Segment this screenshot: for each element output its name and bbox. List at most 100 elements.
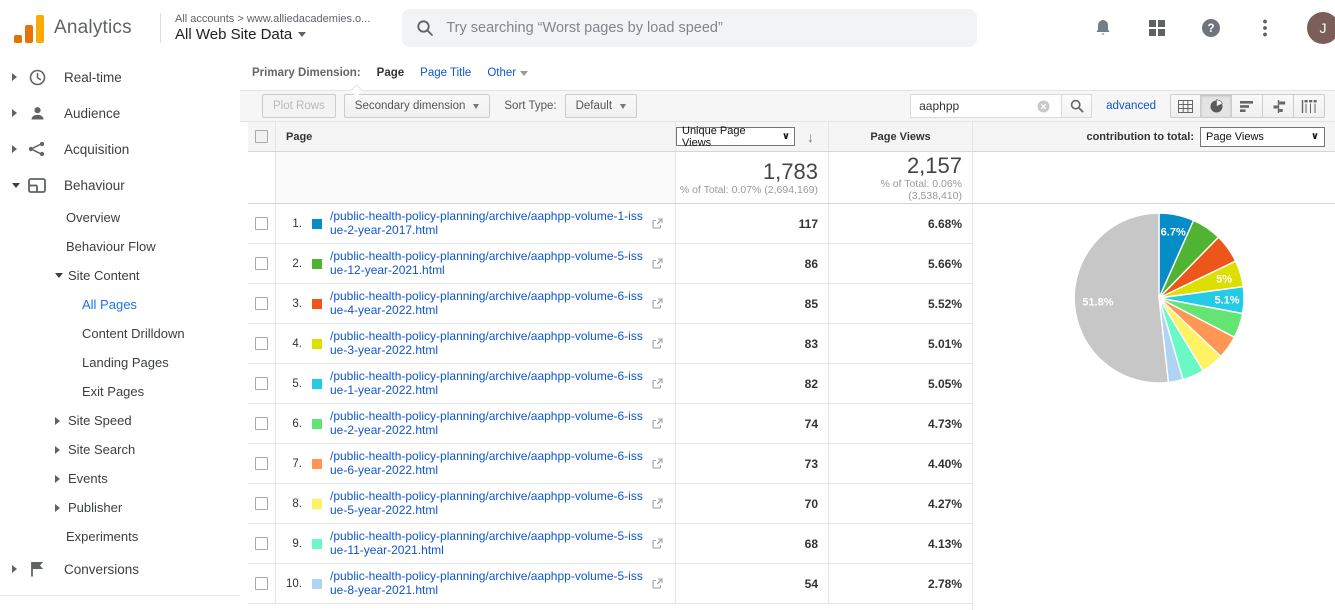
data-view-percentage-icon[interactable] (1201, 94, 1232, 118)
page-url-link[interactable]: /public-health-policy-planning/archive/a… (330, 489, 648, 517)
row-checkbox[interactable] (255, 377, 268, 390)
column-header-page-views[interactable]: Page Views (870, 131, 930, 143)
column-header-page[interactable]: Page (286, 131, 312, 143)
sort-type-dropdown[interactable]: Default (564, 94, 638, 118)
open-in-new-icon[interactable] (652, 218, 663, 229)
open-in-new-icon[interactable] (652, 458, 663, 469)
sidebar-item-overview[interactable]: Overview (0, 203, 240, 232)
row-checkbox[interactable] (255, 497, 268, 510)
total-page-views: 2,157 (906, 152, 962, 178)
pie-panel-spacer (973, 152, 1335, 204)
row-checkbox[interactable] (255, 337, 268, 350)
sort-direction-icon[interactable]: ↓ (807, 129, 814, 145)
kebab-menu-icon[interactable] (1253, 16, 1277, 40)
data-view-table-icon[interactable] (1170, 94, 1201, 118)
analytics-app: Analytics All accounts > www.alliedacade… (0, 0, 1335, 610)
property-name[interactable]: All Web Site Data (175, 26, 292, 43)
sidebar-item-conversions[interactable]: Conversions (0, 551, 240, 587)
page-url-link[interactable]: /public-health-policy-planning/archive/a… (330, 249, 648, 277)
help-icon[interactable]: ? (1199, 16, 1223, 40)
dimension-other-dropdown[interactable]: Other (487, 67, 529, 79)
data-view-comparison-icon[interactable] (1263, 94, 1294, 118)
plot-rows-button[interactable]: Plot Rows (262, 94, 336, 118)
page-url-link[interactable]: /public-health-policy-planning/archive/a… (330, 289, 648, 317)
sidebar-item-experiments[interactable]: Experiments (0, 522, 240, 551)
global-search-placeholder: Try searching “Worst pages by load speed… (446, 20, 723, 36)
data-view-pivot-icon[interactable] (1294, 94, 1325, 118)
sidebar-item-label: Events (68, 471, 108, 486)
sidebar-item-site-speed[interactable]: Site Speed (0, 406, 240, 435)
series-color-swatch (312, 578, 322, 589)
sidebar-item-exit-pages[interactable]: Exit Pages (0, 377, 240, 406)
row-index: 2. (292, 257, 302, 270)
sidebar-item-behaviour-flow[interactable]: Behaviour Flow (0, 232, 240, 261)
metric-select-dropdown[interactable]: Unique Page Views ∨ (676, 125, 795, 149)
page-url-link[interactable]: /public-health-policy-planning/archive/a… (330, 209, 648, 237)
analytics-logo-icon (14, 13, 44, 43)
table-search-input[interactable] (919, 99, 1038, 113)
row-checkbox[interactable] (255, 297, 268, 310)
page-url-link[interactable]: /public-health-policy-planning/archive/a… (330, 569, 648, 597)
sidebar-item-site-content[interactable]: Site Content (0, 261, 240, 290)
table-row: 5. /public-health-policy-planning/archive… (248, 364, 972, 404)
row-checkbox[interactable] (255, 577, 268, 590)
avatar[interactable]: J (1307, 12, 1335, 44)
open-in-new-icon[interactable] (652, 378, 663, 389)
dimension-page-selected[interactable]: Page (377, 67, 405, 79)
data-view-performance-icon[interactable] (1232, 94, 1263, 118)
open-in-new-icon[interactable] (652, 338, 663, 349)
unique-page-views-value: 85 (804, 296, 818, 311)
pie-slice-label: 51.8% (1082, 296, 1113, 308)
global-search-bar[interactable]: Try searching “Worst pages by load speed… (402, 9, 978, 47)
clear-search-icon[interactable] (1037, 100, 1050, 113)
logo-area[interactable]: Analytics (0, 13, 156, 43)
sidebar-item-all-pages[interactable]: All Pages (0, 290, 240, 319)
report-main: Primary Dimension: Page Page Title Other… (240, 56, 1335, 610)
page-url-link[interactable]: /public-health-policy-planning/archive/a… (330, 369, 648, 397)
sidebar-item-audience[interactable]: Audience (0, 95, 240, 131)
sidebar-item-content-drilldown[interactable]: Content Drilldown (0, 319, 240, 348)
row-checkbox[interactable] (255, 217, 268, 230)
sidebar-item-landing-pages[interactable]: Landing Pages (0, 348, 240, 377)
row-checkbox[interactable] (255, 257, 268, 270)
apps-grid-icon[interactable] (1145, 16, 1169, 40)
open-in-new-icon[interactable] (652, 298, 663, 309)
advanced-search-link[interactable]: advanced (1106, 100, 1156, 112)
table-search-button[interactable] (1062, 94, 1093, 118)
table-search-field[interactable] (910, 94, 1063, 118)
contribution-pie-chart[interactable]: 6.7% 5% 5.1% 51.8% (973, 204, 1335, 606)
sidebar-item-label: All Pages (82, 297, 137, 312)
open-in-new-icon[interactable] (652, 538, 663, 549)
report-toolbar: Plot Rows Secondary dimension Sort Type:… (240, 84, 1335, 122)
breadcrumb[interactable]: All accounts > www.alliedacademies.o... (175, 13, 370, 26)
table-row: 1. /public-health-policy-planning/archive… (248, 204, 972, 244)
row-checkbox[interactable] (255, 457, 268, 470)
sidebar-item-publisher[interactable]: Publisher (0, 493, 240, 522)
series-color-swatch (312, 538, 322, 549)
open-in-new-icon[interactable] (652, 258, 663, 269)
secondary-dimension-button[interactable]: Secondary dimension (343, 94, 491, 118)
row-checkbox[interactable] (255, 417, 268, 430)
select-all-checkbox[interactable] (255, 130, 268, 143)
contribution-metric-dropdown[interactable]: Page Views ∨ (1200, 126, 1325, 147)
page-url-link[interactable]: /public-health-policy-planning/archive/a… (330, 409, 648, 437)
page-url-link[interactable]: /public-health-policy-planning/archive/a… (330, 329, 648, 357)
page-url-link[interactable]: /public-health-policy-planning/archive/a… (330, 529, 648, 557)
account-switcher[interactable]: All accounts > www.alliedacademies.o... … (175, 13, 370, 43)
sidebar-item-acquisition[interactable]: Acquisition (0, 131, 240, 167)
sidebar-item-attribution[interactable]: AttributionBETA (0, 602, 240, 610)
page-url-link[interactable]: /public-health-policy-planning/archive/a… (330, 449, 648, 477)
sidebar-item-real-time[interactable]: Real-time (0, 59, 240, 95)
sidebar-item-events[interactable]: Events (0, 464, 240, 493)
open-in-new-icon[interactable] (652, 578, 663, 589)
report-area: Page Unique Page Views ∨ ↓ Page Views 1,7… (240, 122, 1335, 610)
row-checkbox[interactable] (255, 537, 268, 550)
data-table: Page Unique Page Views ∨ ↓ Page Views 1,7… (248, 122, 972, 610)
sidebar-item-site-search[interactable]: Site Search (0, 435, 240, 464)
open-in-new-icon[interactable] (652, 418, 663, 429)
dimension-page-title-link[interactable]: Page Title (420, 67, 471, 79)
unique-page-views-value: 117 (798, 216, 818, 231)
open-in-new-icon[interactable] (652, 498, 663, 509)
notifications-bell-icon[interactable] (1091, 16, 1115, 40)
sidebar-item-behaviour[interactable]: Behaviour (0, 167, 240, 203)
